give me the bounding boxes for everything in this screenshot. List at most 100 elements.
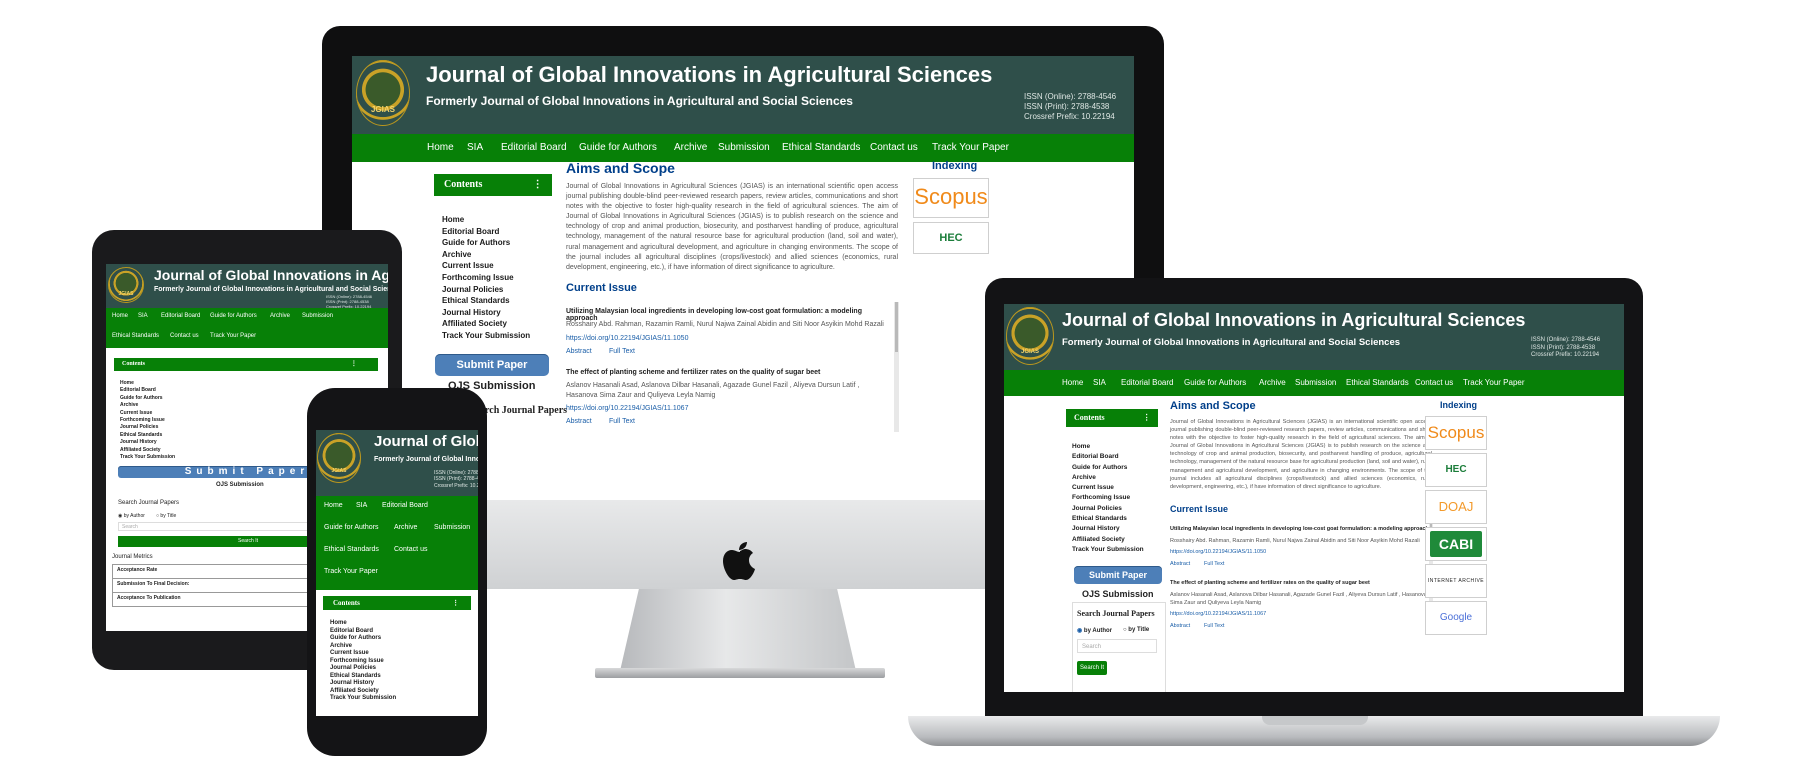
nav-home[interactable]: Home: [427, 142, 454, 153]
menu-forthcoming-issue[interactable]: Forthcoming Issue: [330, 658, 396, 666]
nav-ethical-standards[interactable]: Ethical Standards: [1346, 378, 1409, 387]
menu-track-your-submission[interactable]: Track Your Submission: [120, 454, 175, 461]
nav-editorial-board[interactable]: Editorial Board: [501, 142, 567, 153]
menu-current-issue[interactable]: Current Issue: [330, 650, 396, 658]
search-input[interactable]: Search: [1077, 639, 1157, 653]
article-1-abstract[interactable]: Abstract: [1170, 561, 1190, 567]
menu-archive[interactable]: Archive: [330, 643, 396, 651]
menu-home[interactable]: Home: [330, 620, 396, 628]
nav-sia[interactable]: SIA: [356, 502, 367, 509]
nav-guide-for-authors[interactable]: Guide for Authors: [324, 524, 378, 531]
nav-contact-us[interactable]: Contact us: [1415, 378, 1453, 387]
indexing-hec[interactable]: HEC: [913, 222, 989, 254]
nav-ethical-standards[interactable]: Ethical Standards: [112, 333, 159, 339]
nav-guide-for-authors[interactable]: Guide for Authors: [210, 313, 257, 319]
menu-forthcoming-issue[interactable]: Forthcoming Issue: [1072, 493, 1144, 503]
article-1-doi[interactable]: https://doi.org/10.22194/JGIAS/11.1050: [1170, 549, 1266, 555]
menu-home[interactable]: Home: [442, 214, 530, 226]
menu-affiliated-society[interactable]: Affiliated Society: [442, 318, 530, 330]
nav-editorial-board[interactable]: Editorial Board: [1121, 378, 1173, 387]
article-1-fulltext[interactable]: Full Text: [1204, 561, 1224, 567]
nav-archive[interactable]: Archive: [394, 524, 417, 531]
search-by-title-radio[interactable]: ○ by Title: [156, 513, 176, 519]
contents-header[interactable]: Contents ⋮: [434, 174, 552, 196]
search-by-author-radio[interactable]: ◉ by Author: [118, 513, 145, 519]
nav-archive[interactable]: Archive: [1259, 378, 1286, 387]
menu-affiliated-society[interactable]: Affiliated Society: [1072, 535, 1144, 545]
ojs-submission-link[interactable]: OJS Submission: [216, 482, 264, 488]
menu-journal-history[interactable]: Journal History: [442, 307, 530, 319]
search-by-title-radio[interactable]: ○ by Title: [1123, 627, 1149, 633]
contents-header[interactable]: Contents ⋮: [1066, 409, 1158, 427]
nav-sia[interactable]: SIA: [1093, 378, 1106, 387]
article-2-title[interactable]: The effect of planting scheme and fertil…: [1170, 580, 1430, 586]
menu-guide-for-authors[interactable]: Guide for Authors: [442, 237, 530, 249]
nav-track-your-paper[interactable]: Track Your Paper: [210, 333, 256, 339]
article-1-title[interactable]: Utilizing Malaysian local ingredients in…: [566, 308, 888, 322]
nav-contact-us[interactable]: Contact us: [170, 333, 199, 339]
indexing-internet-archive[interactable]: INTERNET ARCHIVE: [1425, 564, 1487, 598]
nav-archive[interactable]: Archive: [674, 142, 707, 153]
menu-forthcoming-issue[interactable]: Forthcoming Issue: [120, 417, 175, 424]
nav-ethical-standards[interactable]: Ethical Standards: [324, 546, 379, 553]
nav-editorial-board[interactable]: Editorial Board: [161, 313, 200, 319]
submit-paper-button[interactable]: Submit Paper: [435, 354, 549, 376]
menu-track-your-submission[interactable]: Track Your Submission: [442, 330, 530, 342]
menu-current-issue[interactable]: Current Issue: [1072, 483, 1144, 493]
indexing-scopus[interactable]: Scopus: [1425, 416, 1487, 450]
menu-guide-for-authors[interactable]: Guide for Authors: [1072, 463, 1144, 473]
search-by-author-radio[interactable]: ◉ by Author: [1077, 627, 1112, 634]
article-2-title[interactable]: The effect of planting scheme and fertil…: [566, 369, 888, 376]
menu-archive[interactable]: Archive: [442, 249, 530, 261]
nav-contact-us[interactable]: Contact us: [394, 546, 427, 553]
nav-ethical-standards[interactable]: Ethical Standards: [782, 142, 860, 153]
article-2-fulltext[interactable]: Full Text: [1204, 623, 1224, 629]
nav-submission[interactable]: Submission: [302, 313, 333, 319]
indexing-doaj[interactable]: DOAJ: [1425, 490, 1487, 524]
menu-journal-policies[interactable]: Journal Policies: [442, 284, 530, 296]
menu-ethical-standards[interactable]: Ethical Standards: [330, 673, 396, 681]
nav-editorial-board[interactable]: Editorial Board: [382, 502, 428, 509]
nav-sia[interactable]: SIA: [138, 313, 148, 319]
nav-submission[interactable]: Submission: [718, 142, 770, 153]
nav-archive[interactable]: Archive: [270, 313, 290, 319]
menu-journal-history[interactable]: Journal History: [330, 680, 396, 688]
menu-editorial-board[interactable]: Editorial Board: [1072, 452, 1144, 462]
contents-header[interactable]: Contents ⋮: [114, 358, 378, 371]
article-1-doi[interactable]: https://doi.org/10.22194/JGIAS/11.1050: [566, 335, 688, 342]
menu-forthcoming-issue[interactable]: Forthcoming Issue: [442, 272, 530, 284]
nav-submission[interactable]: Submission: [434, 524, 470, 531]
contents-header[interactable]: Contents ⋮: [323, 596, 471, 610]
nav-submission[interactable]: Submission: [1295, 378, 1336, 387]
article-2-doi[interactable]: https://doi.org/10.22194/JGIAS/11.1067: [1170, 611, 1266, 617]
menu-archive[interactable]: Archive: [1072, 473, 1144, 483]
menu-current-issue[interactable]: Current Issue: [442, 260, 530, 272]
article-2-doi[interactable]: https://doi.org/10.22194/JGIAS/11.1067: [566, 405, 688, 412]
menu-journal-history[interactable]: Journal History: [120, 439, 175, 446]
ojs-submission-link[interactable]: OJS Submission: [1082, 589, 1154, 599]
menu-editorial-board[interactable]: Editorial Board: [120, 387, 175, 394]
article-2-abstract[interactable]: Abstract: [1170, 623, 1190, 629]
article-1-abstract[interactable]: Abstract: [566, 348, 592, 355]
menu-home[interactable]: Home: [120, 380, 175, 387]
nav-guide-for-authors[interactable]: Guide for Authors: [579, 142, 657, 153]
article-2-fulltext[interactable]: Full Text: [609, 418, 635, 425]
nav-track-your-paper[interactable]: Track Your Paper: [324, 568, 378, 575]
menu-current-issue[interactable]: Current Issue: [120, 410, 175, 417]
nav-guide-for-authors[interactable]: Guide for Authors: [1184, 378, 1246, 387]
article-1-title[interactable]: Utilizing Malaysian local ingredients in…: [1170, 526, 1430, 532]
current-issue-scrollbar[interactable]: [894, 302, 899, 432]
menu-ethical-standards[interactable]: Ethical Standards: [120, 432, 175, 439]
menu-guide-for-authors[interactable]: Guide for Authors: [330, 635, 396, 643]
nav-sia[interactable]: SIA: [467, 142, 483, 153]
menu-journal-history[interactable]: Journal History: [1072, 524, 1144, 534]
menu-affiliated-society[interactable]: Affiliated Society: [120, 447, 175, 454]
indexing-hec[interactable]: HEC: [1425, 453, 1487, 487]
menu-home[interactable]: Home: [1072, 442, 1144, 452]
indexing-google-scholar[interactable]: Google Scholar: [1425, 601, 1487, 635]
menu-journal-policies[interactable]: Journal Policies: [120, 424, 175, 431]
article-2-abstract[interactable]: Abstract: [566, 418, 592, 425]
menu-editorial-board[interactable]: Editorial Board: [442, 226, 530, 238]
article-1-fulltext[interactable]: Full Text: [609, 348, 635, 355]
nav-track-your-paper[interactable]: Track Your Paper: [1463, 378, 1525, 387]
